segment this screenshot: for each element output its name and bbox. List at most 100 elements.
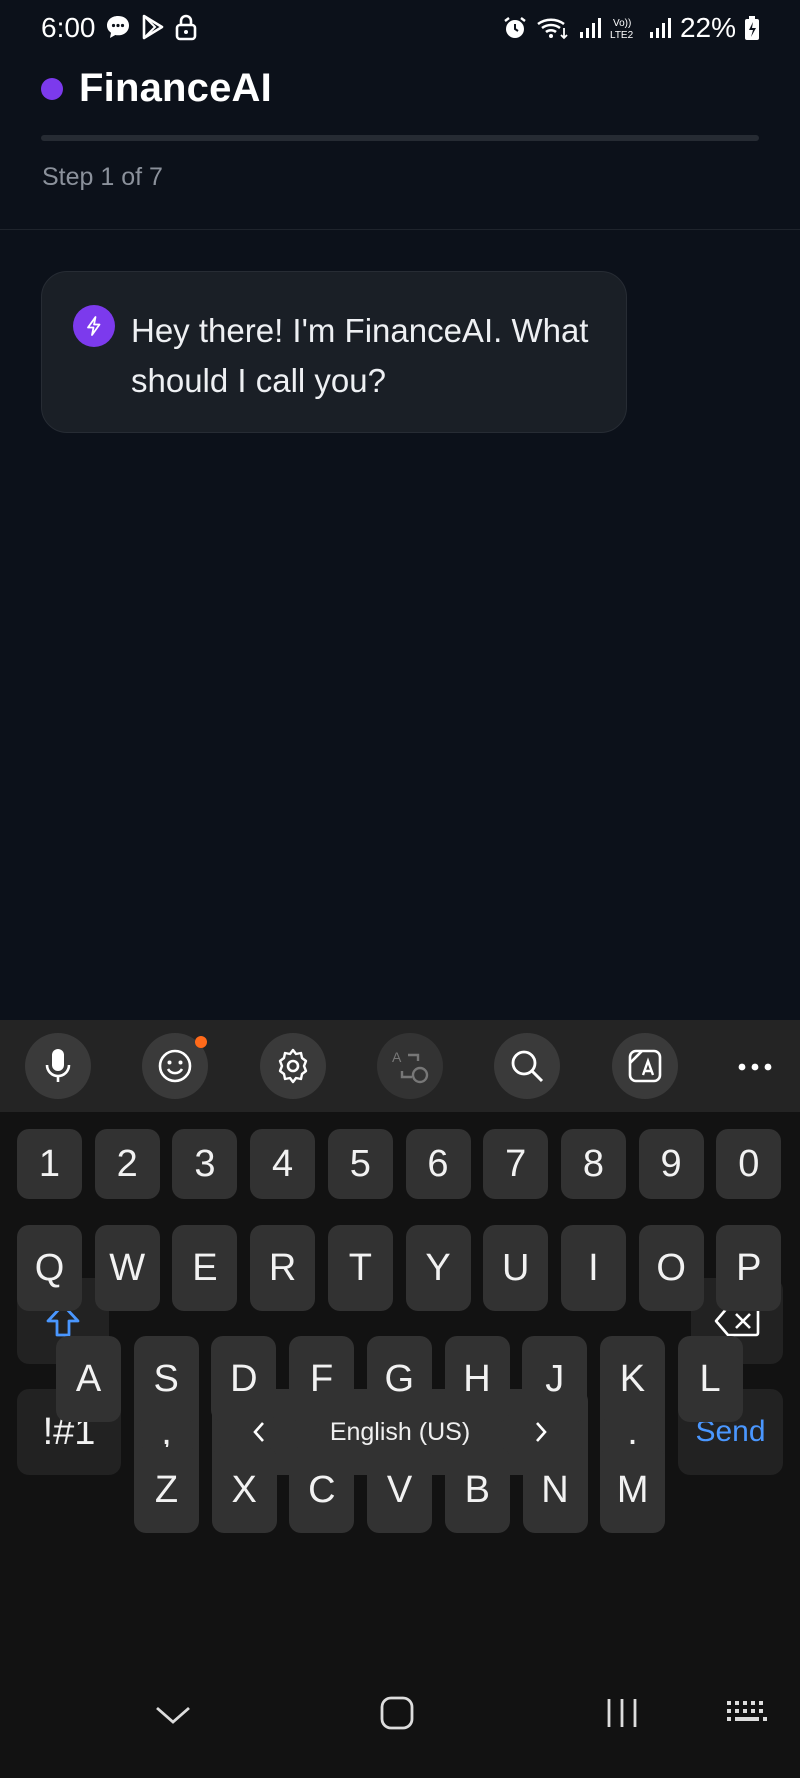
- key-label: Y: [425, 1246, 451, 1289]
- key-label: O: [656, 1246, 686, 1289]
- key-r[interactable]: R: [250, 1225, 316, 1311]
- key-label: N: [541, 1468, 569, 1511]
- signal-icon: [648, 16, 672, 40]
- key-label: 4: [272, 1142, 294, 1185]
- key-w[interactable]: W: [94, 1225, 160, 1311]
- key-4[interactable]: 4: [250, 1129, 316, 1199]
- key-u[interactable]: U: [483, 1225, 549, 1311]
- key-1[interactable]: 1: [17, 1129, 82, 1199]
- app-header: FinanceAI: [41, 66, 272, 111]
- key-q[interactable]: Q: [17, 1225, 82, 1311]
- key-label: X: [231, 1468, 257, 1511]
- key-b[interactable]: B: [444, 1447, 510, 1533]
- key-o[interactable]: O: [638, 1225, 704, 1311]
- key-label: P: [736, 1246, 762, 1289]
- key-3[interactable]: 3: [172, 1129, 238, 1199]
- key-6[interactable]: 6: [405, 1129, 471, 1199]
- svg-text:A: A: [392, 1049, 402, 1065]
- key-a[interactable]: A: [56, 1336, 121, 1422]
- key-v[interactable]: V: [367, 1447, 433, 1533]
- key-label: Z: [154, 1468, 179, 1511]
- key-t[interactable]: T: [327, 1225, 393, 1311]
- key-label: L: [699, 1357, 721, 1400]
- key-label: 7: [505, 1142, 527, 1185]
- key-f[interactable]: F: [289, 1336, 355, 1422]
- battery-percent: 22%: [679, 12, 736, 43]
- key-8[interactable]: 8: [560, 1129, 626, 1199]
- key-label: 1: [38, 1142, 61, 1185]
- key-j[interactable]: J: [522, 1336, 588, 1422]
- keyboard-icon[interactable]: [724, 1690, 770, 1736]
- key-0[interactable]: 0: [716, 1129, 782, 1199]
- translate-icon[interactable]: A: [377, 1033, 443, 1099]
- key-label: S: [153, 1357, 179, 1400]
- settings-icon[interactable]: [260, 1033, 326, 1099]
- key-label: 5: [349, 1142, 371, 1185]
- search-icon[interactable]: [494, 1033, 560, 1099]
- brand-dot-icon: [41, 77, 63, 100]
- more-icon[interactable]: [730, 1042, 780, 1092]
- key-label: R: [268, 1246, 297, 1289]
- key-label: D: [230, 1357, 258, 1400]
- key-label: 3: [194, 1142, 216, 1185]
- key-label: 8: [582, 1142, 604, 1185]
- microphone-icon[interactable]: [25, 1033, 91, 1099]
- system-nav-bar: [0, 1660, 800, 1778]
- hide-keyboard-chevron-icon[interactable]: [150, 1692, 196, 1738]
- notification-dot: [195, 1036, 207, 1048]
- text-scan-icon[interactable]: [612, 1033, 678, 1099]
- key-label: M: [616, 1468, 649, 1511]
- key-d[interactable]: D: [211, 1336, 277, 1422]
- key-9[interactable]: 9: [638, 1129, 704, 1199]
- bolt-icon: [73, 305, 115, 347]
- wifi-icon: [536, 15, 570, 41]
- key-5[interactable]: 5: [327, 1129, 393, 1199]
- key-label: E: [192, 1246, 218, 1289]
- key-label: A: [75, 1357, 102, 1400]
- keyboard-toolbar: A: [0, 1020, 800, 1112]
- home-icon[interactable]: [374, 1690, 420, 1736]
- key-e[interactable]: E: [172, 1225, 238, 1311]
- key-label: H: [463, 1357, 491, 1400]
- key-x[interactable]: X: [211, 1447, 277, 1533]
- onboarding-progress-bar: [41, 135, 759, 141]
- app-title: FinanceAI: [79, 66, 272, 110]
- key-label: 6: [427, 1142, 449, 1185]
- key-label: I: [588, 1246, 599, 1289]
- key-label: K: [619, 1357, 646, 1400]
- key-y[interactable]: Y: [405, 1225, 471, 1311]
- key-label: V: [386, 1468, 413, 1511]
- key-label: J: [545, 1357, 565, 1400]
- key-label: 0: [738, 1142, 760, 1185]
- key-label: G: [384, 1357, 415, 1400]
- key-g[interactable]: G: [366, 1336, 432, 1422]
- play-store-icon: [140, 13, 166, 41]
- key-label: W: [109, 1246, 146, 1289]
- key-m[interactable]: M: [600, 1447, 666, 1533]
- alarm-icon: [502, 15, 528, 41]
- header-divider: [0, 229, 800, 230]
- key-label: 2: [116, 1142, 138, 1185]
- key-z[interactable]: Z: [134, 1447, 199, 1533]
- key-label: Q: [34, 1246, 65, 1289]
- key-label: B: [464, 1468, 490, 1511]
- key-k[interactable]: K: [599, 1336, 665, 1422]
- key-s[interactable]: S: [133, 1336, 199, 1422]
- step-indicator: Step 1 of 7: [42, 163, 163, 191]
- key-i[interactable]: I: [560, 1225, 626, 1311]
- svg-text:Vo)): Vo)): [613, 18, 631, 29]
- key-c[interactable]: C: [289, 1447, 355, 1533]
- key-label: U: [501, 1246, 530, 1289]
- key-p[interactable]: P: [716, 1225, 782, 1311]
- key-2[interactable]: 2: [94, 1129, 160, 1199]
- status-time: 6:00: [41, 12, 96, 43]
- chat-bubble-icon: [104, 13, 132, 41]
- key-label: C: [308, 1468, 336, 1511]
- key-h[interactable]: H: [444, 1336, 510, 1422]
- assistant-message-bubble: Hey there! I'm FinanceAI. What should I …: [41, 271, 627, 433]
- key-n[interactable]: N: [522, 1447, 588, 1533]
- key-l[interactable]: L: [677, 1336, 743, 1422]
- recents-icon[interactable]: [599, 1690, 645, 1736]
- key-7[interactable]: 7: [483, 1129, 549, 1199]
- volte-lte2-icon: Vo)) LTE2: [610, 15, 640, 41]
